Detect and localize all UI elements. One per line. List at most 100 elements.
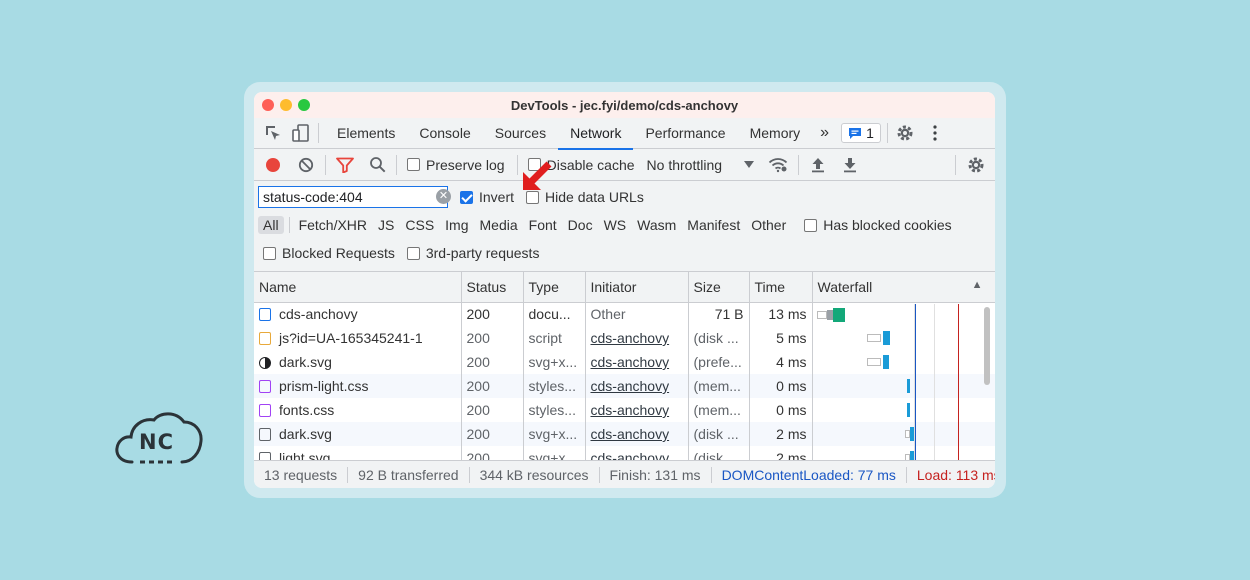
request-name-cell: cds-anchovy — [254, 302, 462, 326]
column-header-initiator[interactable]: Initiator — [585, 272, 689, 303]
sort-ascending-icon: ▲ — [971, 279, 983, 291]
type-cell: script — [523, 326, 586, 350]
has-blocked-cookies-label: Has blocked cookies — [823, 217, 952, 233]
table-row[interactable]: dark.svg 200 svg+x... cds-anchovy (disk … — [254, 422, 995, 446]
chevron-down-icon — [744, 160, 755, 168]
close-window-button[interactable] — [262, 99, 274, 111]
clear-icon[interactable] — [297, 156, 315, 174]
tab-network[interactable]: Network — [558, 118, 634, 150]
table-row[interactable]: js?id=UA-165345241-1 200 script cds-anch… — [254, 326, 995, 350]
type-filter-wasm[interactable]: Wasm — [632, 216, 681, 234]
type-filter-manifest[interactable]: Manifest — [682, 216, 745, 234]
window-title: DevTools - jec.fyi/demo/cds-anchovy — [510, 97, 739, 113]
filter-icon[interactable] — [336, 156, 354, 174]
tab-performance[interactable]: Performance — [633, 118, 737, 149]
type-filter-css[interactable]: CSS — [400, 216, 439, 234]
table-row[interactable]: prism-light.css 200 styles... cds-anchov… — [254, 374, 995, 398]
throttling-select[interactable]: No throttling — [647, 157, 755, 173]
has-blocked-cookies-checkbox[interactable]: Has blocked cookies — [804, 217, 952, 233]
search-icon[interactable] — [368, 156, 386, 174]
minimize-window-button[interactable] — [280, 99, 292, 111]
column-header-name[interactable]: Name — [254, 272, 462, 303]
filter-input[interactable]: status-code:404 — [258, 186, 448, 208]
issues-badge[interactable]: 1 — [841, 123, 881, 143]
scrollbar-thumb[interactable] — [984, 307, 990, 385]
divider — [886, 123, 888, 143]
tab-sources[interactable]: Sources — [483, 118, 558, 149]
request-name-cell: dark.svg — [254, 350, 462, 374]
table-scrollbar[interactable] — [983, 303, 991, 459]
time-cell: 4 ms — [749, 350, 813, 374]
tab-memory[interactable]: Memory — [738, 118, 813, 149]
type-filter-ws[interactable]: WS — [599, 216, 632, 234]
divider — [955, 154, 957, 175]
record-icon[interactable] — [264, 156, 282, 174]
type-filter-all[interactable]: All — [258, 216, 284, 234]
column-header-type[interactable]: Type — [523, 272, 586, 303]
device-toolbar-icon[interactable] — [290, 122, 312, 144]
column-header-time[interactable]: Time — [749, 272, 813, 303]
network-settings-gear-icon[interactable] — [966, 155, 986, 175]
waterfall-cell — [812, 302, 995, 326]
type-filter-fetch-xhr[interactable]: Fetch/XHR — [294, 216, 372, 234]
type-filter-js[interactable]: JS — [373, 216, 399, 234]
hide-data-urls-label: Hide data URLs — [545, 189, 644, 205]
clear-filter-icon[interactable]: ✕ — [436, 189, 451, 204]
type-filter-media[interactable]: Media — [475, 216, 523, 234]
initiator-link[interactable]: cds-anchovy — [585, 326, 689, 350]
document-file-icon — [259, 308, 271, 322]
export-har-download-icon[interactable] — [841, 156, 859, 174]
inspect-element-icon[interactable] — [262, 122, 284, 144]
checkbox-unchecked[interactable] — [406, 246, 420, 260]
request-count: 13 requests — [254, 466, 349, 483]
preserve-log-checkbox[interactable]: Preserve log — [407, 157, 505, 173]
initiator-link[interactable]: cds-anchovy — [585, 350, 689, 374]
waterfall-cell — [812, 422, 995, 446]
network-toolbar: Preserve log Disable cache No throttling — [254, 149, 995, 181]
more-tabs-button[interactable]: » — [812, 118, 837, 149]
checkbox-checked[interactable] — [460, 190, 473, 204]
table-row[interactable]: dark.svg 200 svg+x... cds-anchovy (prefe… — [254, 350, 995, 374]
invert-checkbox[interactable]: Invert — [460, 189, 514, 205]
waterfall-cell — [812, 374, 995, 398]
third-party-requests-checkbox[interactable]: 3rd-party requests — [406, 245, 539, 261]
table-row[interactable]: fonts.css 200 styles... cds-anchovy (mem… — [254, 398, 995, 422]
type-cell: styles... — [523, 398, 586, 422]
column-header-status[interactable]: Status — [461, 272, 524, 303]
initiator-link[interactable]: cds-anchovy — [585, 422, 689, 446]
time-cell: 5 ms — [749, 326, 813, 350]
blocked-requests-checkbox[interactable]: Blocked Requests — [263, 245, 395, 261]
tab-elements[interactable]: Elements — [325, 118, 407, 149]
stylesheet-file-icon — [259, 380, 271, 393]
initiator-link[interactable]: cds-anchovy — [585, 374, 689, 398]
column-header-waterfall[interactable]: Waterfall ▲ — [812, 272, 995, 303]
table-row[interactable]: cds-anchovy 200 docu... Other 71 B 13 ms — [254, 302, 995, 326]
load-event-marker — [958, 304, 959, 460]
settings-gear-icon[interactable] — [894, 122, 916, 144]
import-har-upload-icon[interactable] — [809, 156, 827, 174]
more-options-icon[interactable] — [924, 122, 946, 144]
checkbox-unchecked[interactable] — [407, 158, 420, 171]
type-filter-doc[interactable]: Doc — [563, 216, 598, 234]
type-filter-img[interactable]: Img — [440, 216, 473, 234]
waterfall-header-label: Waterfall — [817, 278, 873, 295]
annotation-arrow-icon — [523, 161, 552, 190]
waterfall-wait-bar — [866, 358, 881, 366]
network-conditions-wifi-icon[interactable] — [768, 156, 788, 174]
divider — [318, 123, 319, 143]
maximize-window-button[interactable] — [298, 99, 310, 111]
size-cell: (prefe... — [688, 350, 750, 374]
type-filter-other[interactable]: Other — [746, 216, 791, 234]
initiator-link[interactable]: cds-anchovy — [585, 398, 689, 422]
waterfall-download-bar — [906, 403, 910, 417]
type-cell: svg+x... — [523, 350, 586, 374]
checkbox-unchecked[interactable] — [263, 246, 276, 260]
tab-console[interactable]: Console — [407, 118, 482, 149]
checkbox-unchecked[interactable] — [804, 218, 818, 232]
divider — [516, 154, 518, 175]
divider — [798, 154, 800, 175]
time-cell: 0 ms — [749, 398, 813, 422]
column-header-size[interactable]: Size — [688, 272, 750, 303]
table-header-row: Name Status Type Initiator Size Time Wat… — [254, 272, 995, 303]
type-filter-font[interactable]: Font — [524, 216, 562, 234]
